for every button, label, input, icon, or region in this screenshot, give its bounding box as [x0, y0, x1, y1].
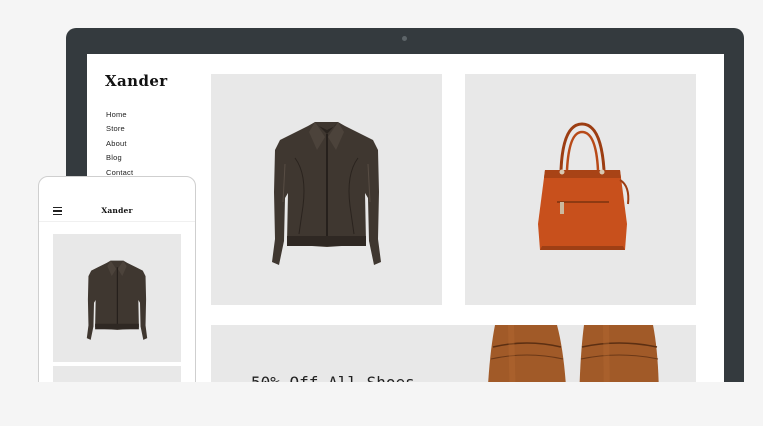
- nav-item-home[interactable]: Home: [106, 108, 133, 122]
- brand-logo[interactable]: Xander: [105, 72, 168, 90]
- promo-banner[interactable]: 50% Off All Shoes: [211, 325, 696, 388]
- nav-item-about[interactable]: About: [106, 137, 133, 151]
- nav-item-blog[interactable]: Blog: [106, 151, 133, 165]
- mobile-product-tile-jacket[interactable]: [53, 234, 181, 362]
- shoes-image: [487, 325, 659, 388]
- mobile-jacket-image: [86, 260, 148, 340]
- camera-dot: [402, 36, 407, 41]
- mobile-brand-logo[interactable]: Xander: [39, 206, 195, 215]
- product-tile-bag[interactable]: [465, 74, 696, 305]
- bag-image: [538, 122, 630, 250]
- product-tile-jacket[interactable]: [211, 74, 442, 305]
- page-footer-band: [0, 382, 763, 426]
- mobile-mockup: Xander: [38, 176, 196, 408]
- mobile-header: Xander: [39, 201, 195, 222]
- jacket-image: [272, 122, 381, 265]
- main-nav: Home Store About Blog Contact: [106, 108, 133, 180]
- nav-item-store[interactable]: Store: [106, 122, 133, 136]
